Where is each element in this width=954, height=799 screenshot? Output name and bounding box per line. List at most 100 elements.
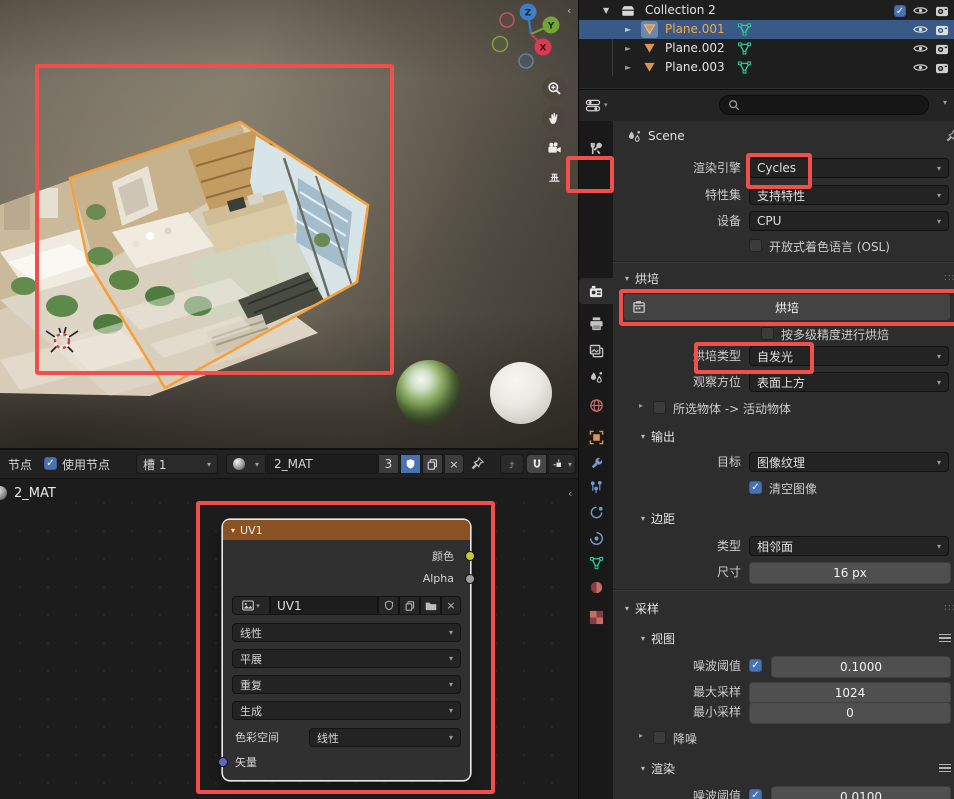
object-name[interactable]: Plane.002 bbox=[659, 41, 725, 55]
feature-set-dropdown[interactable]: 支持特性 ▾ bbox=[749, 185, 949, 205]
node-menu[interactable]: 节点 bbox=[8, 456, 32, 473]
object-name[interactable]: Plane.003 bbox=[659, 60, 725, 74]
eye-icon[interactable] bbox=[913, 5, 928, 16]
material-browse-button[interactable]: ▾ bbox=[226, 454, 266, 474]
outliner-row-collection[interactable]: ▼ Collection 2 ✓ bbox=[579, 1, 954, 20]
camera-render-icon[interactable] bbox=[935, 62, 949, 74]
image-new-button[interactable] bbox=[399, 596, 420, 615]
outliner-row-plane003[interactable]: ► Plane.003 bbox=[579, 58, 954, 77]
render-engine-dropdown[interactable]: Cycles ▾ bbox=[749, 158, 949, 178]
bake-panel-header[interactable]: ▾ 烘培 ∷∷ bbox=[613, 267, 954, 289]
use-nodes-label[interactable]: 使用节点 bbox=[62, 456, 110, 473]
zoom-button[interactable] bbox=[542, 76, 567, 101]
disclosure-right-icon[interactable]: ► bbox=[625, 25, 631, 34]
eye-icon[interactable] bbox=[913, 62, 928, 73]
camera-view-button[interactable] bbox=[542, 136, 567, 161]
tab-tool[interactable] bbox=[579, 135, 613, 161]
tab-object[interactable] bbox=[579, 424, 613, 450]
view-from-dropdown[interactable]: 表面上方 ▾ bbox=[749, 372, 949, 392]
denoise-row[interactable]: ▸ 降噪 bbox=[613, 729, 954, 747]
alpha-output-socket[interactable] bbox=[465, 574, 475, 584]
sidebar-toggle-icon[interactable]: ‹ bbox=[567, 4, 571, 17]
color-output-socket[interactable] bbox=[465, 551, 475, 561]
users-count-button[interactable]: 3 bbox=[378, 454, 399, 474]
editor-type-button[interactable]: ▾ bbox=[585, 95, 623, 115]
output-subpanel-header[interactable]: ▾ 输出 bbox=[613, 425, 954, 447]
extension-dropdown[interactable]: 重复 ▾ bbox=[232, 675, 461, 694]
image-texture-node[interactable]: ▾ UV1 颜色 Alpha ▾ bbox=[223, 520, 470, 780]
axis-neg-y-ball[interactable] bbox=[493, 37, 508, 52]
outliner-row-plane002[interactable]: ► Plane.002 bbox=[579, 39, 954, 58]
eye-icon[interactable] bbox=[913, 24, 928, 35]
osl-checkbox[interactable] bbox=[749, 239, 762, 252]
margin-type-dropdown[interactable]: 相邻面 ▾ bbox=[749, 536, 949, 556]
selected-to-active-row[interactable]: ▸ 所选物体 -> 活动物体 bbox=[613, 399, 954, 417]
target-dropdown[interactable]: 图像纹理 ▾ bbox=[749, 452, 949, 472]
bake-type-dropdown[interactable]: 自发光 ▾ bbox=[749, 346, 949, 366]
sampling-panel-header[interactable]: ▾ 采样 ∷∷ bbox=[613, 597, 954, 619]
noise-threshold-slider[interactable]: 0.1000 bbox=[771, 656, 951, 678]
axis-neg-z-ball[interactable] bbox=[519, 54, 533, 68]
axis-neg-x-ball[interactable] bbox=[500, 13, 514, 27]
margin-size-slider[interactable]: 16 px bbox=[749, 562, 951, 584]
image-open-button[interactable] bbox=[420, 596, 441, 615]
pin-icon[interactable] bbox=[945, 129, 954, 143]
material-name-field[interactable]: 2_MAT bbox=[267, 454, 377, 474]
tab-object-data[interactable] bbox=[579, 550, 613, 576]
tab-texture[interactable] bbox=[579, 604, 613, 630]
tab-physics[interactable] bbox=[579, 499, 613, 525]
tab-render[interactable] bbox=[579, 278, 613, 304]
viewport-subpanel-header[interactable]: ▾ 视图 bbox=[613, 627, 954, 649]
snap-target-button[interactable]: ▾ bbox=[548, 454, 576, 474]
drag-handle-icon[interactable]: ∷∷ bbox=[944, 603, 954, 614]
multires-checkbox[interactable] bbox=[761, 327, 774, 340]
object-name[interactable]: Plane.001 bbox=[659, 22, 725, 36]
interpolation-dropdown[interactable]: 线性 ▾ bbox=[232, 623, 461, 642]
disclosure-right-icon[interactable]: ► bbox=[625, 44, 631, 53]
colorspace-dropdown[interactable]: 线性 ▾ bbox=[309, 728, 461, 747]
exclude-checkbox[interactable]: ✓ bbox=[894, 5, 906, 17]
eye-icon[interactable] bbox=[913, 43, 928, 54]
render-subpanel-header[interactable]: ▾ 渲染 bbox=[613, 757, 954, 779]
new-material-button[interactable] bbox=[422, 454, 443, 474]
collection-name[interactable]: Collection 2 bbox=[639, 3, 716, 17]
viewport-3d[interactable]: Z Y X bbox=[0, 0, 578, 448]
camera-render-icon[interactable] bbox=[935, 24, 949, 36]
camera-render-icon[interactable] bbox=[935, 5, 949, 17]
preset-menu-icon[interactable] bbox=[939, 764, 951, 773]
outliner-row-plane001[interactable]: ► Plane.001 bbox=[579, 20, 954, 39]
preset-menu-icon[interactable] bbox=[939, 634, 951, 643]
node-canvas[interactable]: 2_MAT ‹ ▾ UV1 颜色 Alpha bbox=[0, 479, 578, 799]
use-nodes-checkbox[interactable]: ✓ bbox=[44, 457, 57, 470]
render-noise-threshold-checkbox[interactable]: ✓ bbox=[749, 789, 762, 799]
image-browse-button[interactable]: ▾ bbox=[232, 596, 270, 615]
fake-user-button[interactable] bbox=[400, 454, 421, 474]
clear-image-checkbox[interactable]: ✓ bbox=[749, 481, 762, 494]
disclosure-down-icon[interactable]: ▼ bbox=[603, 6, 609, 15]
min-samples-slider[interactable]: 0 bbox=[749, 702, 951, 724]
denoise-checkbox[interactable] bbox=[653, 731, 666, 744]
tab-scene[interactable] bbox=[579, 364, 613, 390]
chevron-right-icon[interactable]: ▸ bbox=[639, 731, 643, 740]
tab-particles[interactable] bbox=[579, 474, 613, 500]
chevron-right-icon[interactable]: ▸ bbox=[639, 401, 643, 410]
camera-render-icon[interactable] bbox=[935, 43, 949, 55]
navigation-gizmo[interactable]: Z Y X bbox=[493, 4, 560, 69]
tab-modifiers[interactable] bbox=[579, 450, 613, 476]
bake-button[interactable]: 烘培 bbox=[623, 293, 951, 321]
properties-search-field[interactable] bbox=[719, 95, 929, 115]
source-dropdown[interactable]: 生成 ▾ bbox=[232, 701, 461, 720]
margin-subpanel-header[interactable]: ▾ 边距 bbox=[613, 507, 954, 529]
tab-material[interactable] bbox=[579, 574, 613, 600]
tab-output[interactable] bbox=[579, 310, 613, 336]
projection-dropdown[interactable]: 平展 ▾ bbox=[232, 649, 461, 668]
tab-constraints[interactable] bbox=[579, 525, 613, 551]
node-header[interactable]: ▾ UV1 bbox=[223, 520, 470, 540]
unlink-material-button[interactable]: × bbox=[444, 454, 464, 474]
device-dropdown[interactable]: CPU ▾ bbox=[749, 211, 949, 231]
chevron-down-icon[interactable]: ▾ bbox=[231, 526, 235, 535]
header-options-chevron-icon[interactable]: ▾ bbox=[943, 98, 947, 107]
image-unlink-button[interactable]: × bbox=[441, 596, 461, 615]
snap-toggle-button[interactable] bbox=[526, 454, 547, 474]
vector-input-socket[interactable] bbox=[218, 757, 228, 767]
